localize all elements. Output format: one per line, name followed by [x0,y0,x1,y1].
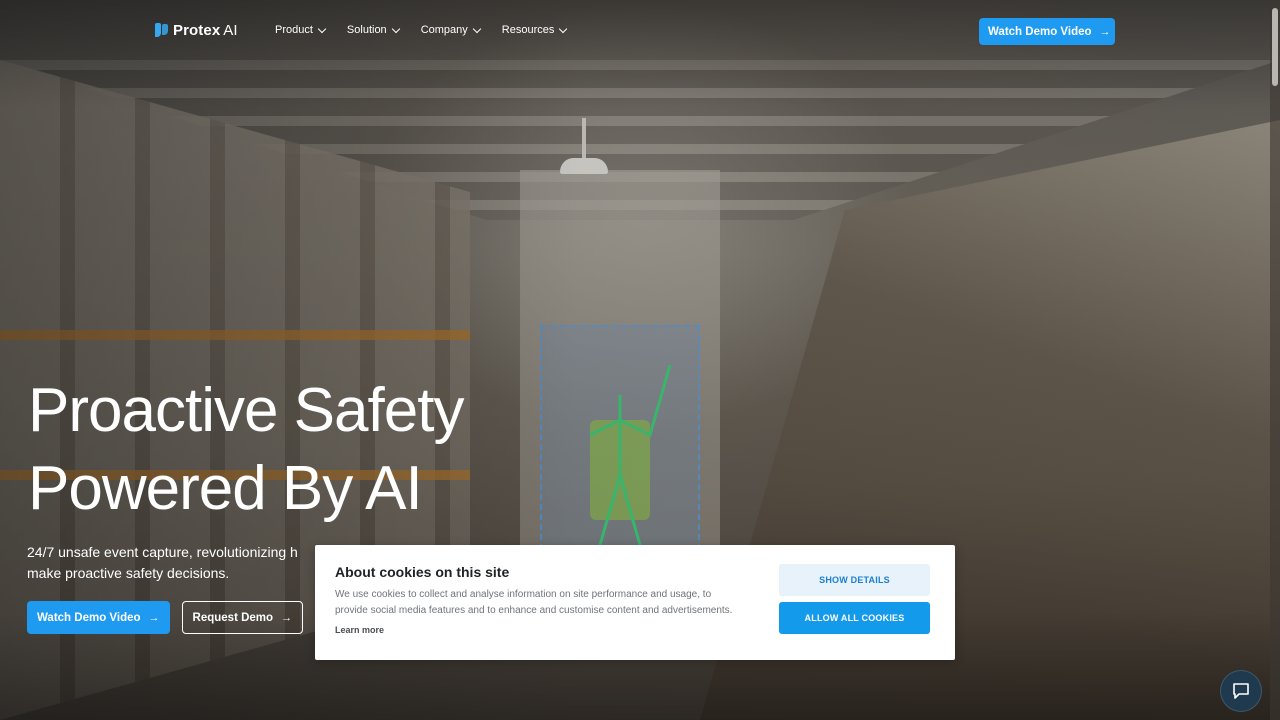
protex-logo[interactable]: Protex AI [155,22,238,39]
cookie-banner-text: We use cookies to collect and analyse in… [335,589,733,616]
arrow-right-icon: → [1099,25,1111,38]
allow-all-cookies-button[interactable]: ALLOW ALL COOKIES [779,602,930,634]
chevron-down-icon [317,24,327,33]
cookie-banner: About cookies on this site We use cookie… [315,545,955,660]
show-details-button[interactable]: SHOW DETAILS [779,564,930,596]
hero-title-line-1: Proactive Safety [28,376,464,445]
nav-item-company[interactable]: Company [420,24,482,36]
nav-watch-demo-button[interactable]: Watch Demo Video → [979,18,1115,45]
nav-item-label: Solution [346,24,387,36]
arrow-right-icon: → [281,611,293,624]
main-menu: Product Solution Company Resources [275,24,568,36]
nav-item-label: Resources [501,24,555,36]
request-demo-button[interactable]: Request Demo → [181,601,304,634]
button-label: Request Demo [192,611,274,624]
nav-item-product[interactable]: Product [275,24,327,36]
top-navbar: Protex AI Product Solution Company Resour… [0,0,1270,64]
chat-widget-button[interactable] [1220,670,1262,712]
hero-title: Proactive Safety Powered By AI [28,372,464,528]
cookie-learn-more-link[interactable]: Learn more [335,625,384,635]
scrollbar-thumb[interactable] [1272,8,1278,86]
arrow-right-icon: → [148,611,160,624]
page-scrollbar[interactable] [1270,0,1280,720]
logo-text: Protex AI [173,22,238,39]
protex-logo-icon [155,22,169,39]
nav-item-solution[interactable]: Solution [346,24,400,36]
hero-watch-demo-button[interactable]: Watch Demo Video → [27,601,170,634]
nav-item-label: Product [275,24,313,36]
hero-actions: Watch Demo Video → Request Demo → [27,601,304,634]
hero-subtitle-line-1: 24/7 unsafe event capture, revolutionizi… [27,544,298,560]
button-label: Watch Demo Video [37,611,141,624]
chevron-down-icon [559,24,568,33]
chat-bubble-icon [1233,683,1249,699]
hero-title-line-2: Powered By AI [28,454,423,523]
cookie-banner-title: About cookies on this site [335,564,510,580]
nav-item-label: Company [420,24,468,36]
button-label: Watch Demo Video [988,25,1092,38]
hero-subtitle-line-2: make proactive safety decisions. [27,565,230,581]
nav-item-resources[interactable]: Resources [501,24,568,36]
chevron-down-icon [472,24,482,33]
chevron-down-icon [391,24,400,33]
